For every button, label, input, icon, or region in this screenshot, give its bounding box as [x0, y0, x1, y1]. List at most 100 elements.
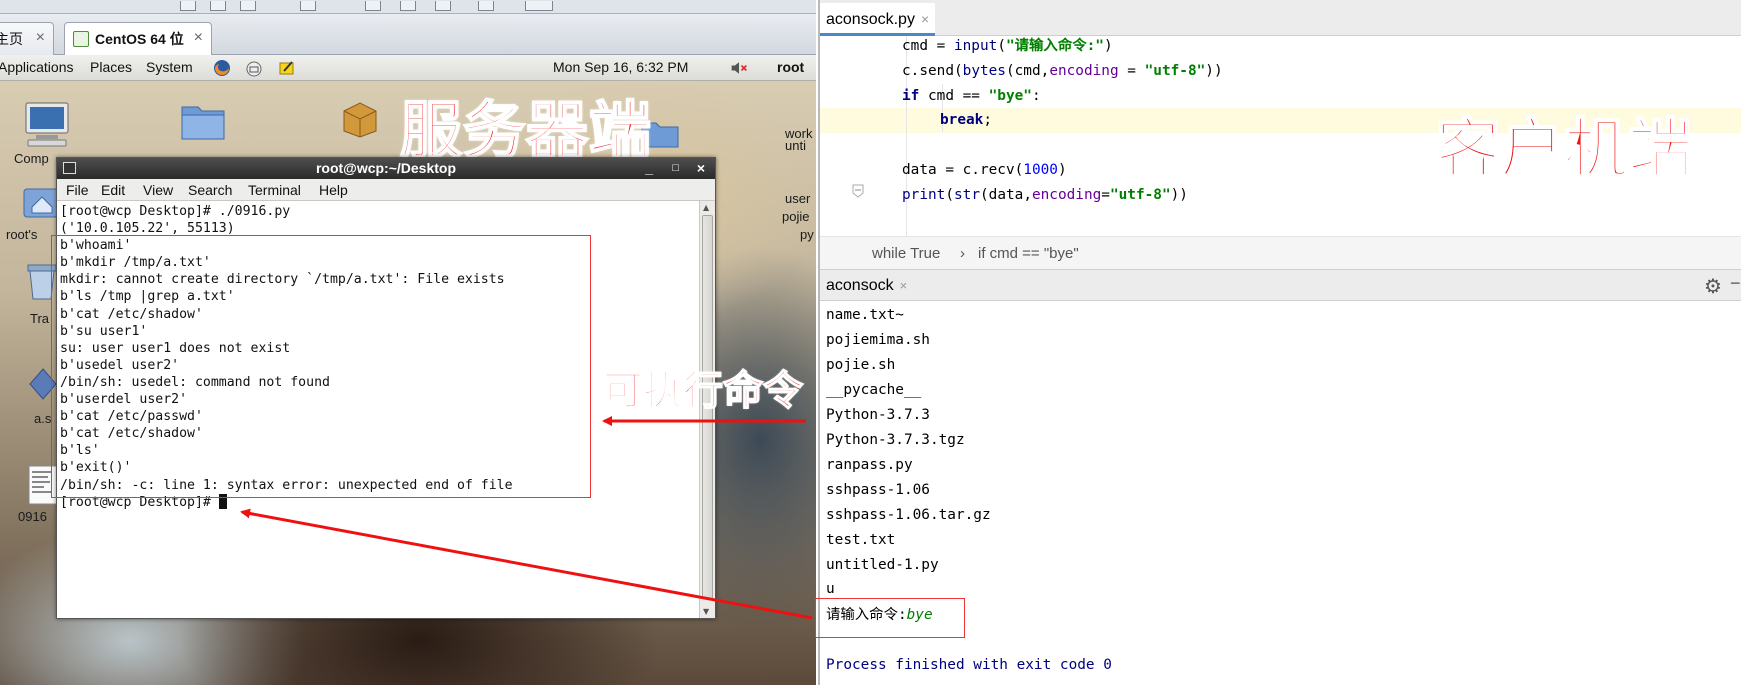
terminal-line: b'ls /tmp |grep a.txt' — [60, 289, 235, 305]
code-line: print(str(data,encoding="utf-8")) — [902, 187, 1188, 203]
run-tab-label: aconsock — [826, 277, 894, 294]
console-line: pojie.sh — [826, 357, 896, 373]
terminal-line: b'ls' — [60, 443, 100, 459]
mail-icon[interactable] — [245, 59, 263, 77]
code-line: data = c.recv(1000) — [902, 162, 1067, 178]
console-line: __pycache__ — [826, 382, 922, 398]
console-input-line: 请输入命令:bye — [826, 603, 933, 628]
panel-user[interactable]: root — [777, 59, 804, 75]
note-icon[interactable] — [278, 59, 296, 77]
minimize-icon[interactable]: _ — [645, 158, 653, 179]
terminal-cursor — [218, 493, 227, 509]
run-tab-aconsock[interactable]: aconsock × — [826, 277, 907, 295]
toolbar-button[interactable] — [180, 1, 196, 11]
computer-icon[interactable] — [22, 101, 72, 147]
folder-icon[interactable] — [180, 101, 226, 141]
toolbar-button[interactable] — [400, 1, 416, 11]
gear-icon[interactable]: ⚙ — [1704, 274, 1722, 299]
menu-terminal[interactable]: Terminal — [248, 182, 301, 198]
terminal-prompt-line: [root@wcp Desktop]# — [60, 493, 701, 511]
panel-clock[interactable]: Mon Sep 16, 6:32 PM — [553, 59, 688, 75]
menu-help[interactable]: Help — [319, 182, 348, 198]
menu-view[interactable]: View — [143, 182, 173, 198]
fold-marker-icon[interactable] — [852, 184, 864, 198]
volume-muted-icon[interactable] — [730, 59, 748, 77]
trash-icon[interactable] — [24, 261, 60, 301]
code-line: cmd = input("请输入命令:") — [902, 38, 1113, 54]
menu-places[interactable]: Places — [90, 59, 132, 75]
vm-tab-label: CentOS 64 位 — [95, 31, 184, 47]
vm-window: 主页 × CentOS 64 位 × Applications Places S… — [0, 0, 816, 685]
hide-icon[interactable]: − — [1730, 273, 1741, 294]
toolbar-button[interactable] — [525, 1, 553, 11]
scroll-down-icon[interactable]: ▼ — [703, 607, 709, 616]
close-icon[interactable]: × — [36, 29, 45, 47]
vm-icon — [73, 31, 89, 47]
console-line: untitled-1.py — [826, 557, 939, 573]
console-input-value: bye — [906, 607, 933, 623]
script-icon[interactable] — [28, 367, 58, 401]
editor-tab-aconsock[interactable]: aconsock.py × — [820, 3, 936, 36]
package-icon[interactable] — [340, 99, 380, 139]
console-line: pojiemima.sh — [826, 332, 930, 348]
vm-tab-bar: 主页 × CentOS 64 位 × — [0, 14, 816, 55]
console-line: Python-3.7.3 — [826, 407, 930, 423]
console-exit-message: Process finished with exit code 0 — [826, 657, 1112, 673]
text-file-icon[interactable] — [28, 465, 58, 505]
vm-tab-home[interactable]: 主页 × — [0, 22, 54, 55]
toolbar-button[interactable] — [365, 1, 381, 11]
terminal-line: b'mkdir /tmp/a.txt' — [60, 255, 211, 271]
terminal-line: b'whoami' — [60, 238, 132, 254]
editor-tab-label: aconsock.py — [826, 11, 915, 28]
toolbar-button[interactable] — [435, 1, 451, 11]
desktop-icon-label: Tra — [30, 311, 50, 326]
breadcrumb-item[interactable]: while True — [872, 245, 940, 262]
terminal-line: b'cat /etc/shadow' — [60, 426, 203, 442]
terminal-line: b'exit()' — [60, 460, 132, 476]
toolbar-button[interactable] — [240, 1, 256, 11]
code-line: c.send(bytes(cmd,encoding = "utf-8")) — [902, 63, 1223, 79]
vm-toolbar — [0, 0, 816, 14]
terminal-line: /bin/sh: -c: line 1: syntax error: unexp… — [60, 477, 513, 493]
desktop-icon-label: root's — [6, 227, 38, 242]
run-console[interactable]: name.txt~ pojiemima.sh pojie.sh __pycach… — [820, 301, 1741, 685]
terminal-line: mkdir: cannot create directory `/tmp/a.t… — [60, 272, 505, 288]
close-icon[interactable]: × — [697, 158, 705, 179]
menu-system[interactable]: System — [146, 59, 193, 75]
code-line: break; — [940, 112, 992, 128]
desktop-icon-label: Comp — [14, 151, 49, 166]
terminal-line: ('10.0.105.22', 55113) — [60, 221, 235, 237]
toolbar-button[interactable] — [210, 1, 226, 11]
menu-search[interactable]: Search — [188, 182, 232, 198]
gnome-top-panel: Applications Places System Mon Sep 16, 6… — [0, 55, 816, 81]
terminal-titlebar[interactable]: root@wcp:~/Desktop _ □ × — [57, 158, 715, 179]
code-editor[interactable]: cmd = input("请输入命令:") c.send(bytes(cmd,e… — [820, 36, 1741, 236]
desktop-icon-label: pojie — [782, 209, 810, 224]
toolbar-button[interactable] — [300, 1, 316, 11]
menu-edit[interactable]: Edit — [101, 182, 125, 198]
scroll-up-icon[interactable]: ▲ — [703, 203, 709, 212]
close-icon[interactable]: × — [194, 29, 203, 47]
menu-file[interactable]: File — [66, 182, 89, 198]
console-line: name.txt~ — [826, 307, 904, 323]
breadcrumb-separator: › — [960, 245, 965, 262]
desktop-icon-label: unti — [785, 138, 806, 153]
close-icon[interactable]: × — [900, 278, 908, 293]
editor-tab-bar: aconsock.py × — [820, 0, 1741, 36]
maximize-icon[interactable]: □ — [672, 158, 679, 179]
desktop-icon-label: a.s — [34, 411, 52, 426]
firefox-icon[interactable] — [213, 59, 231, 77]
terminal-title: root@wcp:~/Desktop — [315, 160, 457, 176]
console-line: u — [826, 581, 835, 597]
vm-tab-centos[interactable]: CentOS 64 位 × — [64, 22, 212, 55]
breadcrumb-item[interactable]: if cmd == "bye" — [978, 245, 1079, 262]
close-icon[interactable]: × — [921, 11, 929, 27]
console-line: sshpass-1.06.tar.gz — [826, 507, 991, 523]
toolbar-button[interactable] — [478, 1, 494, 11]
console-line: sshpass-1.06 — [826, 482, 930, 498]
console-input-prompt: 请输入命令: — [826, 607, 907, 623]
vm-tab-label: 主页 — [0, 31, 23, 47]
desktop-icon-label: py — [800, 227, 814, 242]
client-side-annotation: 客户机端 — [1435, 112, 1693, 188]
menu-applications[interactable]: Applications — [0, 59, 74, 75]
